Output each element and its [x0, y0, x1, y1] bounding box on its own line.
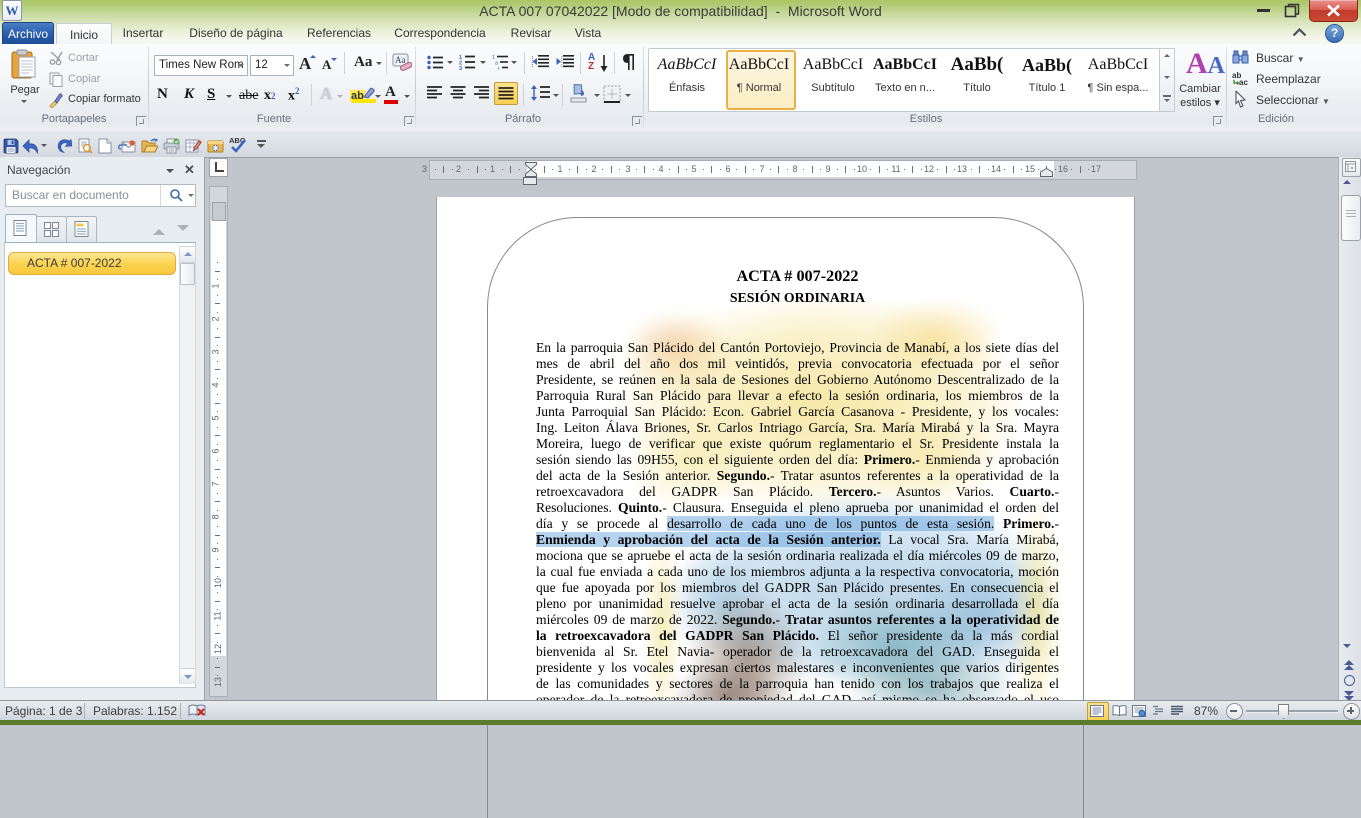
svg-text:Aa: Aa	[395, 55, 406, 65]
svg-text:ac: ac	[1239, 78, 1248, 86]
svg-text:3: 3	[459, 66, 462, 70]
svg-text:i: i	[498, 66, 499, 70]
